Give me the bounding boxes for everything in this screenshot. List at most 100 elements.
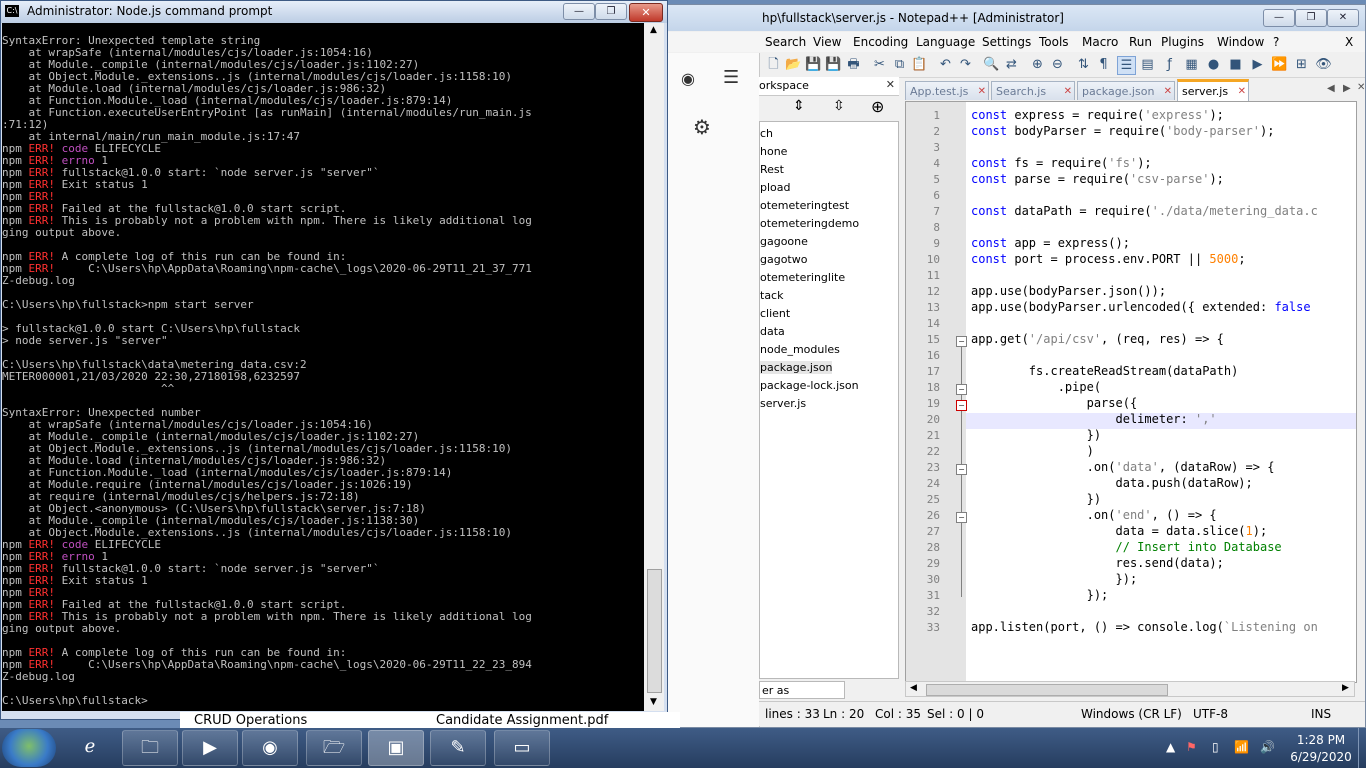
menu-search[interactable]: Search — [765, 35, 806, 49]
folder-as-workspace-icon[interactable]: ▤ — [1139, 56, 1156, 73]
tree-item[interactable]: tack — [760, 289, 783, 302]
close-button[interactable]: ✕ — [1327, 9, 1359, 27]
fold-marker-icon[interactable]: − — [956, 512, 967, 523]
tab-package-json[interactable]: package.json ✕ — [1077, 81, 1175, 100]
tree-item[interactable]: otemeteringtest — [760, 199, 849, 212]
volume-icon[interactable]: 🔊 — [1260, 740, 1275, 754]
cmd-minimize-button[interactable]: — — [563, 3, 595, 20]
menu-encoding[interactable]: Encoding — [853, 35, 908, 49]
scroll-down-icon[interactable]: ▼ — [650, 697, 657, 707]
menu-language[interactable]: Language — [916, 35, 975, 49]
bg-window-candidate[interactable]: Candidate Assignment.pdf — [436, 713, 608, 728]
cmd-taskbar-icon[interactable]: ▣ — [368, 730, 424, 766]
media-player-icon[interactable]: ▶ — [182, 730, 238, 766]
notepadpp-titlebar[interactable]: hp\fullstack\server.js - Notepad++ [Admi… — [667, 5, 1365, 31]
scroll-thumb[interactable] — [926, 684, 1168, 696]
tab-close-x-icon[interactable]: ✕ — [1357, 82, 1365, 93]
record-macro-icon[interactable]: ● — [1205, 56, 1222, 73]
workspace-tab[interactable]: er as Workspace — [759, 681, 845, 715]
run-macro-multiple-icon[interactable]: ⏩ — [1271, 56, 1288, 73]
gear-icon[interactable]: ⚙ — [693, 115, 711, 139]
tree-item[interactable]: ch — [760, 127, 773, 140]
tab-scroll-right-icon[interactable]: ▶ — [1343, 83, 1351, 94]
menu-tools[interactable]: Tools — [1039, 35, 1069, 49]
fold-marker-icon[interactable]: − — [956, 464, 967, 475]
tree-item[interactable]: node_modules — [760, 343, 840, 356]
tab-scroll-left-icon[interactable]: ◀ — [1327, 83, 1335, 94]
menu-settings[interactable]: Settings — [982, 35, 1031, 49]
unfold-all-icon[interactable]: ⇕ — [793, 98, 805, 114]
fold-marker-icon[interactable]: − — [956, 400, 967, 411]
tree-item-selected[interactable]: package.json — [760, 361, 833, 374]
tab-close-icon[interactable]: ✕ — [978, 82, 986, 101]
undo-icon[interactable]: ↶ — [937, 56, 954, 73]
menu-view[interactable]: View — [813, 35, 841, 49]
redo-icon[interactable]: ↷ — [957, 56, 974, 73]
clock-time[interactable]: 1:28 PM — [1296, 733, 1346, 747]
tree-item[interactable]: hone — [760, 145, 787, 158]
scroll-right-icon[interactable]: ▶ — [1342, 683, 1349, 693]
hamburger-menu-icon[interactable]: ☰ — [723, 67, 739, 88]
tab-app-test[interactable]: App.test.js ✕ — [905, 81, 989, 100]
close-icon[interactable]: ✕ — [886, 78, 895, 91]
tree-item[interactable]: otemeteringlite — [760, 271, 845, 284]
save-icon[interactable]: 💾 — [805, 56, 822, 73]
scroll-left-icon[interactable]: ◀ — [910, 683, 917, 693]
notepad-taskbar-icon[interactable]: ▭ — [494, 730, 550, 766]
stop-macro-icon[interactable]: ■ — [1227, 56, 1244, 73]
fold-marker-icon[interactable]: − — [956, 384, 967, 395]
scroll-up-icon[interactable]: ▲ — [650, 25, 657, 35]
menu-macro[interactable]: Macro — [1082, 35, 1118, 49]
menu-window[interactable]: Window — [1217, 35, 1264, 49]
tree-item[interactable]: gagoone — [760, 235, 808, 248]
menu-run[interactable]: Run — [1129, 35, 1152, 49]
bg-window-crud[interactable]: CRUD Operations — [194, 713, 307, 728]
file-explorer-icon[interactable]: 🗀 — [122, 730, 178, 766]
zoom-out-icon[interactable]: ⊖ — [1049, 56, 1066, 73]
show-desktop-button[interactable] — [1358, 728, 1366, 768]
paste-icon[interactable]: 📋 — [911, 56, 928, 73]
notepadpp-taskbar-icon[interactable]: ✎ — [430, 730, 486, 766]
function-list-icon[interactable]: ƒ — [1161, 56, 1178, 73]
internet-explorer-icon[interactable]: ℯ — [62, 730, 118, 766]
tree-item[interactable]: package-lock.json — [760, 379, 859, 392]
device-icon[interactable]: ▯ — [1212, 740, 1219, 754]
replace-icon[interactable]: ⇄ — [1003, 56, 1020, 73]
play-macro-icon[interactable]: ▶ — [1249, 56, 1266, 73]
action-center-icon[interactable]: ⚑ — [1186, 740, 1197, 754]
clock-date[interactable]: 6/29/2020 — [1286, 750, 1356, 764]
start-button[interactable] — [2, 729, 56, 767]
folder-icon[interactable]: 🗁 — [306, 730, 362, 766]
tree-item[interactable]: client — [760, 307, 790, 320]
tree-item[interactable]: data — [760, 325, 785, 338]
print-icon[interactable]: 🖶 — [845, 56, 862, 73]
new-file-icon[interactable]: 🗋 — [765, 56, 782, 73]
status-encoding[interactable]: UTF-8 — [1193, 707, 1228, 721]
scroll-thumb[interactable] — [647, 569, 662, 693]
fold-marker-icon[interactable]: − — [956, 336, 967, 347]
word-wrap-icon[interactable]: ¶ — [1095, 56, 1112, 73]
show-hidden-icons-icon[interactable]: ▲ — [1166, 740, 1175, 754]
cmd-maximize-button[interactable]: ❐ — [595, 3, 627, 20]
menu-plugins[interactable]: Plugins — [1161, 35, 1204, 49]
tree-item[interactable]: Rest — [760, 163, 784, 176]
status-eol[interactable]: Windows (CR LF) — [1081, 707, 1182, 721]
close-document-x[interactable]: X — [1345, 35, 1353, 49]
tree-item[interactable]: otemeteringdemo — [760, 217, 859, 230]
account-icon[interactable]: ◉ — [681, 69, 695, 88]
zoom-in-icon[interactable]: ⊕ — [1029, 56, 1046, 73]
tab-close-icon[interactable]: ✕ — [1238, 82, 1246, 101]
maximize-button[interactable]: ❐ — [1295, 9, 1327, 27]
tab-close-icon[interactable]: ✕ — [1064, 82, 1072, 101]
indent-guide-icon[interactable]: ☰ — [1117, 56, 1136, 75]
tab-search[interactable]: Search.js ✕ — [991, 81, 1075, 100]
save-macro-icon[interactable]: ⊞ — [1293, 56, 1310, 73]
cmd-titlebar[interactable]: C:\ Administrator: Node.js command promp… — [1, 1, 667, 23]
monitoring-icon[interactable]: 👁 — [1315, 56, 1332, 73]
cmd-close-button[interactable]: ✕ — [629, 3, 663, 22]
cut-icon[interactable]: ✂ — [871, 56, 888, 73]
tree-item[interactable]: server.js — [760, 397, 806, 410]
sync-scroll-icon[interactable]: ⇅ — [1075, 56, 1092, 73]
copy-icon[interactable]: ⧉ — [891, 56, 908, 73]
locate-current-file-icon[interactable]: ⊕ — [871, 97, 884, 116]
